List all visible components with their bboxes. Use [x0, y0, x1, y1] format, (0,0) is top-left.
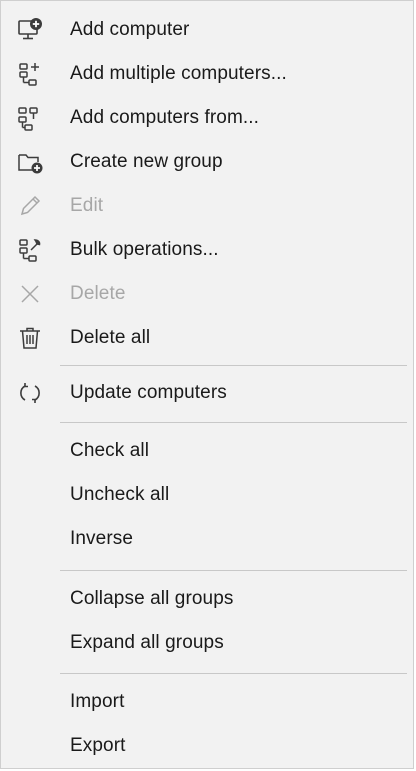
menu-item-label: Inverse	[70, 528, 134, 549]
add-computer-icon	[16, 16, 44, 44]
bulk-operations-icon	[16, 236, 44, 264]
menu-item-label: Create new group	[70, 151, 223, 172]
menu-item-expand-all-groups[interactable]: Expand all groups	[2, 621, 412, 665]
menu-item-uncheck-all[interactable]: Uncheck all	[2, 473, 412, 517]
menu-item-label: Check all	[70, 440, 150, 461]
menu-item-bulk-operations[interactable]: Bulk operations...	[2, 228, 412, 272]
close-icon	[16, 280, 44, 308]
menu-item-delete-all[interactable]: Delete all	[2, 316, 412, 360]
menu-item-label: Add computers from...	[70, 107, 260, 128]
menu-item-update-computers[interactable]: Update computers	[2, 371, 412, 415]
menu-separator	[60, 365, 407, 366]
menu-item-label: Expand all groups	[70, 632, 224, 653]
menu-item-label: Edit	[70, 195, 104, 216]
pencil-icon	[16, 192, 44, 220]
menu-item-add-computer[interactable]: Add computer	[2, 8, 412, 52]
add-multiple-computers-icon	[16, 60, 44, 88]
menu-item-add-multiple-computers[interactable]: Add multiple computers...	[2, 52, 412, 96]
menu-item-label: Add multiple computers...	[70, 63, 287, 84]
menu-separator	[60, 673, 407, 674]
menu-item-add-computers-from[interactable]: Add computers from...	[2, 96, 412, 140]
menu-separator	[60, 570, 407, 571]
add-computers-from-icon	[16, 104, 44, 132]
menu-item-label: Update computers	[70, 382, 227, 403]
refresh-icon	[16, 379, 44, 407]
menu-item-label: Uncheck all	[70, 484, 170, 505]
menu-item-check-all[interactable]: Check all	[2, 429, 412, 473]
menu-item-create-new-group[interactable]: Create new group	[2, 140, 412, 184]
menu-item-label: Import	[70, 691, 125, 712]
menu-item-collapse-all-groups[interactable]: Collapse all groups	[2, 577, 412, 621]
menu-item-label: Export	[70, 735, 126, 756]
menu-item-label: Delete	[70, 283, 126, 304]
menu-item-inverse[interactable]: Inverse	[2, 517, 412, 561]
menu-item-delete[interactable]: Delete	[2, 272, 412, 316]
menu-item-edit[interactable]: Edit	[2, 184, 412, 228]
menu-item-label: Bulk operations...	[70, 239, 219, 260]
menu-item-import[interactable]: Import	[2, 680, 412, 724]
trash-icon	[16, 324, 44, 352]
menu-separator	[60, 422, 407, 423]
menu-item-export[interactable]: Export	[2, 724, 412, 768]
menu-item-label: Delete all	[70, 327, 151, 348]
context-menu: Add computer Add multiple computers... A…	[0, 0, 414, 769]
create-group-icon	[16, 148, 44, 176]
menu-item-label: Collapse all groups	[70, 588, 234, 609]
menu-item-label: Add computer	[70, 19, 190, 40]
